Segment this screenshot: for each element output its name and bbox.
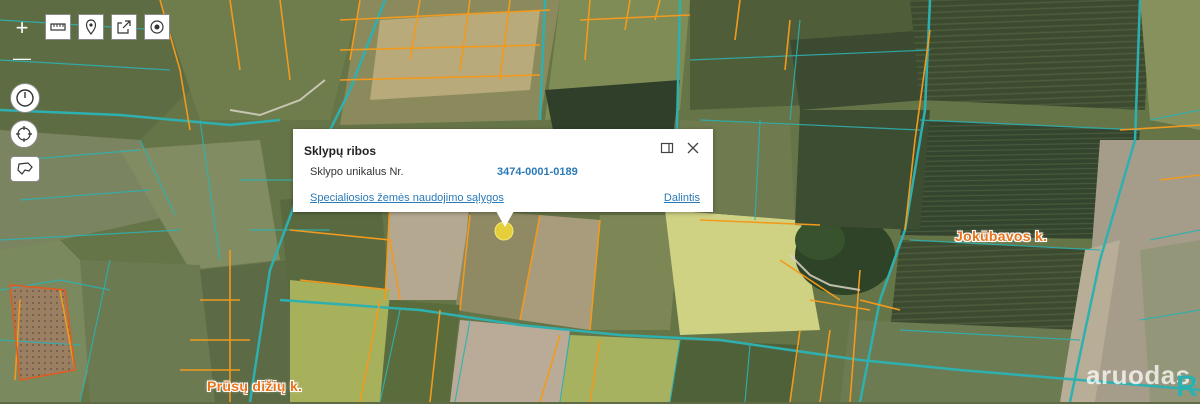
place-label-prusu: Prūsų dižių k. xyxy=(207,378,303,394)
place-label-jokubavos: Jokūbavos k. xyxy=(955,228,1048,244)
map-pin-icon xyxy=(85,19,97,35)
popup-pointer xyxy=(496,211,514,227)
close-icon xyxy=(687,142,699,154)
lasso-icon xyxy=(17,162,33,175)
popup-close-button[interactable] xyxy=(685,140,701,156)
measure-button[interactable] xyxy=(45,14,71,40)
zoom-out-icon: — xyxy=(13,48,31,68)
place-marker-button[interactable] xyxy=(78,14,104,40)
share-link[interactable]: Dalintis xyxy=(664,192,700,204)
watermark-logo: R xyxy=(1176,370,1198,403)
land-use-conditions-link[interactable]: Specialiosios žemės naudojimo sąlygos xyxy=(310,192,504,204)
zoom-in-button[interactable]: + xyxy=(9,15,35,41)
maximize-icon xyxy=(660,142,674,154)
geolocate-button[interactable] xyxy=(10,120,38,148)
target-icon xyxy=(150,20,164,34)
crosshair-icon xyxy=(16,126,32,142)
parcel-number-value: 3474-0001-0189 xyxy=(497,166,578,178)
popup-title: Sklypų ribos xyxy=(304,144,377,158)
draw-area-button[interactable] xyxy=(10,156,40,182)
popup-expand-button[interactable] xyxy=(659,140,675,156)
export-icon xyxy=(117,20,131,34)
ruler-icon xyxy=(50,23,66,31)
history-button[interactable] xyxy=(10,83,40,113)
clock-icon xyxy=(16,89,34,107)
parcel-info-popup: Sklypų ribos Sklypo unikalus Nr. 3474-00… xyxy=(293,129,713,227)
parcel-number-label: Sklypo unikalus Nr. xyxy=(310,166,404,178)
export-button[interactable] xyxy=(111,14,137,40)
zoom-in-icon: + xyxy=(15,15,29,40)
zoom-out-button[interactable]: — xyxy=(9,45,35,71)
locate-target-button[interactable] xyxy=(144,14,170,40)
